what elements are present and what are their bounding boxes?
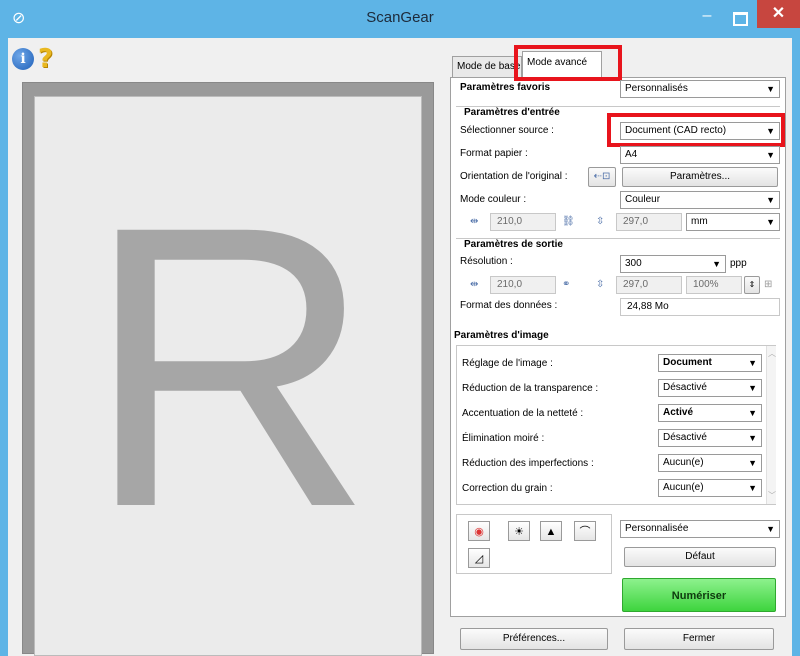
image-setting-label: Correction du grain : [462, 483, 553, 494]
image-setting-value: Activé [663, 407, 694, 418]
scroll-up-icon[interactable]: ︿ [767, 348, 777, 359]
favorites-select[interactable]: Personnalisés ▼ [620, 80, 780, 98]
chevron-down-icon: ▼ [766, 195, 775, 205]
image-setting-value: Aucun(e) [663, 482, 704, 493]
output-width-icon: ⇹ [470, 279, 479, 290]
image-setting-value: Aucun(e) [663, 457, 704, 468]
close-window-button[interactable]: ✕ [757, 0, 800, 28]
scale-field: 100% [686, 276, 742, 294]
window-title: ScanGear [366, 9, 434, 26]
image-setting-value: Désactivé [663, 432, 707, 443]
scroll-down-icon[interactable]: ﹀ [767, 490, 777, 501]
default-button[interactable]: Défaut [624, 547, 776, 567]
chevron-down-icon: ▼ [766, 84, 775, 94]
tab-highlight-box [514, 45, 622, 81]
image-setting-select[interactable]: Désactivé ▼ [658, 429, 762, 447]
paper-value: A4 [625, 149, 638, 160]
chevron-down-icon: ▼ [748, 408, 757, 418]
paper-label: Format papier : [460, 148, 528, 159]
image-settings-heading: Paramètres d'image [454, 330, 549, 341]
link-icon: ⚭ [562, 279, 571, 290]
close-button[interactable]: Fermer [624, 628, 774, 650]
histogram-icon[interactable]: ▲ [540, 521, 562, 541]
image-setting-label: Réduction des imperfections : [462, 458, 594, 469]
output-height-icon: ⇳ [596, 279, 605, 290]
threshold-icon[interactable]: ◿ [468, 548, 490, 568]
source-label: Sélectionner source : [460, 125, 554, 136]
color-balance-icon[interactable]: ◉ [468, 521, 490, 541]
help-icon[interactable]: ? [38, 45, 64, 73]
chevron-down-icon: ▼ [766, 150, 775, 160]
scan-button[interactable]: Numériser [622, 578, 776, 612]
resolution-select[interactable]: 300 ▼ [620, 255, 726, 273]
chevron-down-icon: ▼ [748, 458, 757, 468]
input-height-field: 297,0 [616, 213, 682, 231]
data-size-label: Format des données : [460, 300, 558, 311]
resolution-unit: ppp [730, 258, 747, 269]
image-setting-label: Réglage de l'image : [462, 358, 553, 369]
input-width-field: 210,0 [490, 213, 556, 231]
image-setting-select[interactable]: Document ▼ [658, 354, 762, 372]
output-height-field: 297,0 [616, 276, 682, 294]
chevron-down-icon: ▼ [748, 358, 757, 368]
resolution-value: 300 [625, 258, 642, 269]
maximize-icon [733, 12, 748, 26]
image-setting-label: Réduction de la transparence : [462, 383, 599, 394]
tab-basic-mode[interactable]: Mode de base [452, 56, 522, 77]
paper-select[interactable]: A4 ▼ [620, 146, 780, 164]
image-setting-value: Document [663, 357, 712, 368]
scale-stepper[interactable]: ⇕ [744, 276, 760, 294]
preview-letter: R [84, 143, 374, 590]
info-icon[interactable]: i [12, 48, 34, 70]
color-mode-label: Mode couleur : [460, 194, 527, 205]
image-setting-select[interactable]: Aucun(e) ▼ [658, 479, 762, 497]
output-heading: Paramètres de sortie [464, 239, 563, 250]
color-mode-select[interactable]: Couleur ▼ [620, 191, 780, 209]
chevron-down-icon: ▼ [766, 217, 775, 227]
height-icon: ⇳ [596, 216, 605, 227]
data-size-value: 24,88 Mo [620, 298, 780, 316]
chevron-down-icon: ▼ [712, 259, 721, 269]
image-settings-scrollbar[interactable]: ︿ ﹀ [766, 346, 776, 504]
reset-scale-icon: ⊞ [764, 279, 773, 290]
width-icon: ⇹ [470, 216, 479, 227]
image-setting-label: Élimination moiré : [462, 433, 545, 444]
input-heading: Paramètres d'entrée [464, 107, 560, 118]
image-setting-value: Désactivé [663, 382, 707, 393]
chevron-down-icon: ▼ [766, 524, 775, 534]
favorites-value: Personnalisés [625, 83, 688, 94]
favorites-label: Paramètres favoris [460, 82, 551, 93]
orientation-label: Orientation de l'original : [460, 171, 568, 182]
orientation-button[interactable]: ⇠⊡ [588, 167, 616, 187]
orientation-settings-button[interactable]: Paramètres... [622, 167, 778, 187]
tone-preset-select[interactable]: Personnalisée ▼ [620, 520, 780, 538]
image-setting-select[interactable]: Aucun(e) ▼ [658, 454, 762, 472]
maximize-button[interactable] [724, 6, 754, 30]
lock-ratio-icon[interactable]: ⛓ [562, 213, 575, 231]
minimize-button[interactable]: – [692, 6, 722, 30]
output-width-field: 210,0 [490, 276, 556, 294]
brightness-icon[interactable]: ☀ [508, 521, 530, 541]
image-setting-select[interactable]: Désactivé ▼ [658, 379, 762, 397]
source-highlight-box [607, 113, 785, 147]
image-setting-label: Accentuation de la netteté : [462, 408, 584, 419]
image-setting-select[interactable]: Activé ▼ [658, 404, 762, 422]
preview-page[interactable]: R [34, 96, 422, 656]
unit-value: mm [691, 216, 708, 227]
preferences-button[interactable]: Préférences... [460, 628, 608, 650]
chevron-down-icon: ▼ [748, 433, 757, 443]
color-mode-value: Couleur [625, 194, 661, 205]
unit-select[interactable]: mm ▼ [686, 213, 780, 231]
chevron-down-icon: ▼ [748, 483, 757, 493]
resolution-label: Résolution : [460, 256, 513, 267]
tone-preset-value: Personnalisée [625, 523, 689, 534]
chevron-down-icon: ▼ [748, 383, 757, 393]
orientation-icon: ⇠⊡ [593, 171, 611, 182]
tone-curve-icon[interactable]: ⌒ [574, 521, 596, 541]
